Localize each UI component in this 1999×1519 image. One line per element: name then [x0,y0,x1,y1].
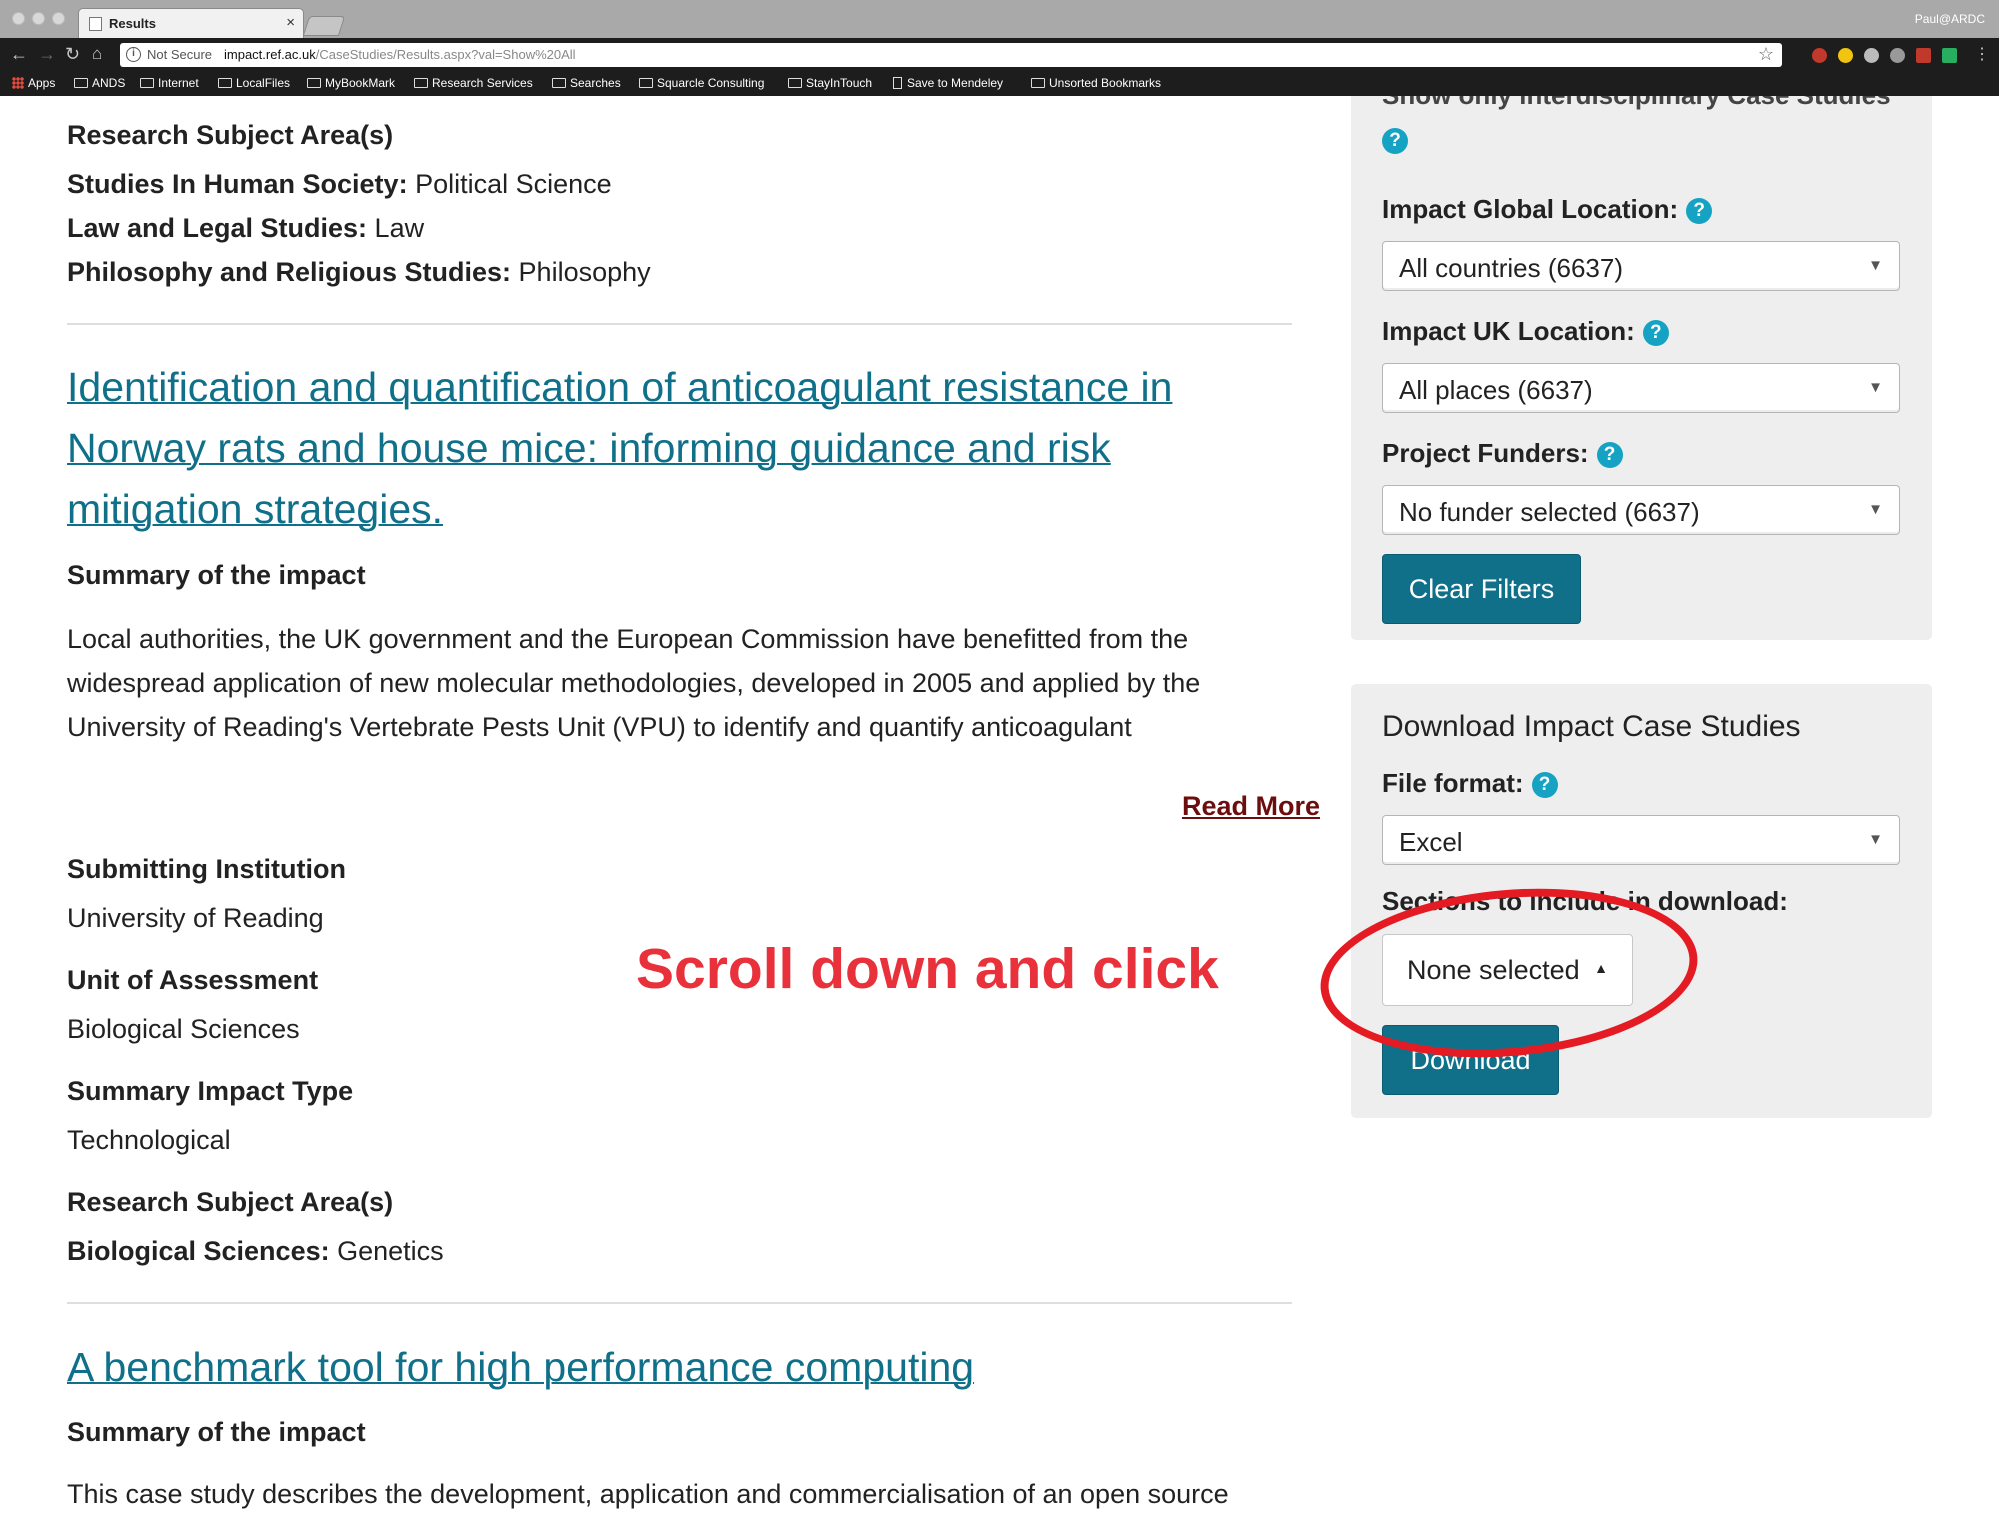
help-icon[interactable]: ? [1642,320,1669,346]
bookmark-localfiles[interactable]: LocalFiles [218,76,290,90]
bookmark-internet[interactable]: Internet [140,76,199,90]
home-icon[interactable]: ⌂ [92,44,102,64]
tab-title: Results [109,16,156,31]
dropdown-arrow-icon: ▼ [1868,501,1883,518]
impact-type-heading: Summary Impact Type [67,1076,354,1106]
rsa-heading: Research Subject Area(s) [67,120,394,150]
folder-icon [1031,78,1045,88]
uoa-value: Biological Sciences [67,1014,300,1044]
minimize-window-icon[interactable] [32,12,45,25]
summary-text: Local authorities, the UK government and… [67,624,1201,742]
browser-tab[interactable]: Results × [78,8,304,38]
project-funders-select[interactable]: No funder selected (6637) ▼ [1382,485,1900,535]
tutorial-annotation: Scroll down and click [636,937,1219,1001]
read-more-link[interactable]: Read More [1182,791,1320,822]
bookmark-mybookmark[interactable]: MyBookMark [307,76,395,90]
global-location-label: Impact Global Location:? [1382,194,1713,225]
bookmark-research-services[interactable]: Research Services [414,76,533,90]
result-title-link[interactable]: A benchmark tool for high performance co… [67,1337,1292,1398]
select-value: All countries (6637) [1399,253,1623,283]
address-bar[interactable]: i Not Secure impact.ref.ac.uk/CaseStudie… [120,43,1782,67]
file-format-label: File format:? [1382,768,1558,799]
page-favicon-icon [89,17,102,31]
folder-icon [307,78,321,88]
help-icon[interactable]: ? [1382,128,1408,154]
uoa-heading: Unit of Assessment [67,965,319,995]
title-bar: Results × Paul@ARDC [0,0,1999,38]
extension-red-icon[interactable] [1812,48,1827,63]
extension-cloud-icon[interactable] [1864,48,1879,63]
uk-location-label: Impact UK Location:? [1382,316,1669,347]
download-panel-title: Download Impact Case Studies [1382,710,1801,743]
tab-close-icon[interactable]: × [286,14,295,31]
profile-name[interactable]: Paul@ARDC [1915,12,1985,26]
zoom-window-icon[interactable] [52,12,65,25]
bookmark-mendeley[interactable]: Save to Mendeley [893,76,1003,90]
security-label: Not Secure [147,47,213,62]
bookmark-ands[interactable]: ANDS [74,76,125,90]
rsa-item: Biological Sciences: Genetics [67,1236,444,1266]
close-window-icon[interactable] [12,12,25,25]
folder-icon [552,78,566,88]
impact-type-value: Technological [67,1125,231,1155]
help-icon[interactable]: ? [1596,442,1623,468]
bookmark-stayintouch[interactable]: StayInTouch [788,76,872,90]
bookmark-apps[interactable]: Apps [12,76,55,90]
select-value: No funder selected (6637) [1399,497,1700,527]
dropdown-arrow-icon: ▼ [1868,379,1883,396]
page-icon [893,77,902,89]
file-format-select[interactable]: Excel ▼ [1382,815,1900,865]
menu-kebab-icon[interactable]: ⋮ [1974,44,1990,64]
summary-heading: Summary of the impact [67,560,366,590]
summary-text: This case study describes the developmen… [67,1479,1229,1509]
clear-filters-button[interactable]: Clear Filters [1382,554,1581,624]
back-arrow-icon[interactable]: ← [10,44,28,65]
folder-icon [414,78,428,88]
project-funders-label: Project Funders:? [1382,438,1623,469]
filter-panel: Show only interdisciplinary Case Studies… [1351,96,1932,640]
dropdown-arrow-icon: ▼ [1868,831,1883,848]
dropdown-arrow-icon: ▼ [1868,257,1883,274]
page-content: Research Subject Area(s) Studies In Huma… [0,96,1999,1519]
forward-arrow-icon[interactable]: → [38,44,56,65]
help-icon[interactable]: ? [1686,198,1713,224]
interdisciplinary-label: Show only interdisciplinary Case Studies [1382,96,1891,111]
divider [67,323,1292,325]
extension-grey-icon[interactable] [1890,48,1905,63]
rsa-item: Studies In Human Society: Political Scie… [67,169,612,199]
folder-icon [74,78,88,88]
extension-chrome-icon[interactable] [1838,48,1853,63]
bookmark-searches[interactable]: Searches [552,76,621,90]
bookmarks-bar: Apps ANDS Internet LocalFiles MyBookMark… [0,72,1999,96]
extension-check-icon[interactable] [1942,48,1957,63]
divider [67,1302,1292,1304]
reload-icon[interactable]: ↻ [65,44,80,65]
apps-grid-icon [12,77,24,89]
institution-heading: Submitting Institution [67,854,346,884]
select-value: Excel [1399,827,1463,857]
select-value: All places (6637) [1399,375,1593,405]
rsa-heading: Research Subject Area(s) [67,1187,394,1217]
help-icon[interactable]: ? [1531,772,1558,798]
result-title-link[interactable]: Identification and quantification of ant… [67,357,1292,540]
folder-icon [639,78,653,88]
info-icon[interactable]: i [126,47,141,62]
institution-value: University of Reading [67,903,324,933]
browser-toolbar: ← → ↻ ⌂ i Not Secure impact.ref.ac.uk/Ca… [0,38,1999,72]
global-location-select[interactable]: All countries (6637) ▼ [1382,241,1900,291]
rsa-item: Philosophy and Religious Studies: Philos… [67,257,651,287]
rsa-item: Law and Legal Studies: Law [67,213,425,243]
uk-location-select[interactable]: All places (6637) ▼ [1382,363,1900,413]
url-text: impact.ref.ac.uk/CaseStudies/Results.asp… [224,47,576,62]
folder-icon [788,78,802,88]
bookmark-squarcle[interactable]: Squarcle Consulting [639,76,764,90]
folder-icon [218,78,232,88]
bookmark-star-icon[interactable]: ☆ [1758,44,1774,65]
summary-heading: Summary of the impact [67,1417,366,1447]
folder-icon [140,78,154,88]
extension-mendeley-icon[interactable] [1916,48,1931,63]
bookmark-unsorted[interactable]: Unsorted Bookmarks [1031,76,1161,90]
new-tab-button[interactable] [302,16,346,36]
